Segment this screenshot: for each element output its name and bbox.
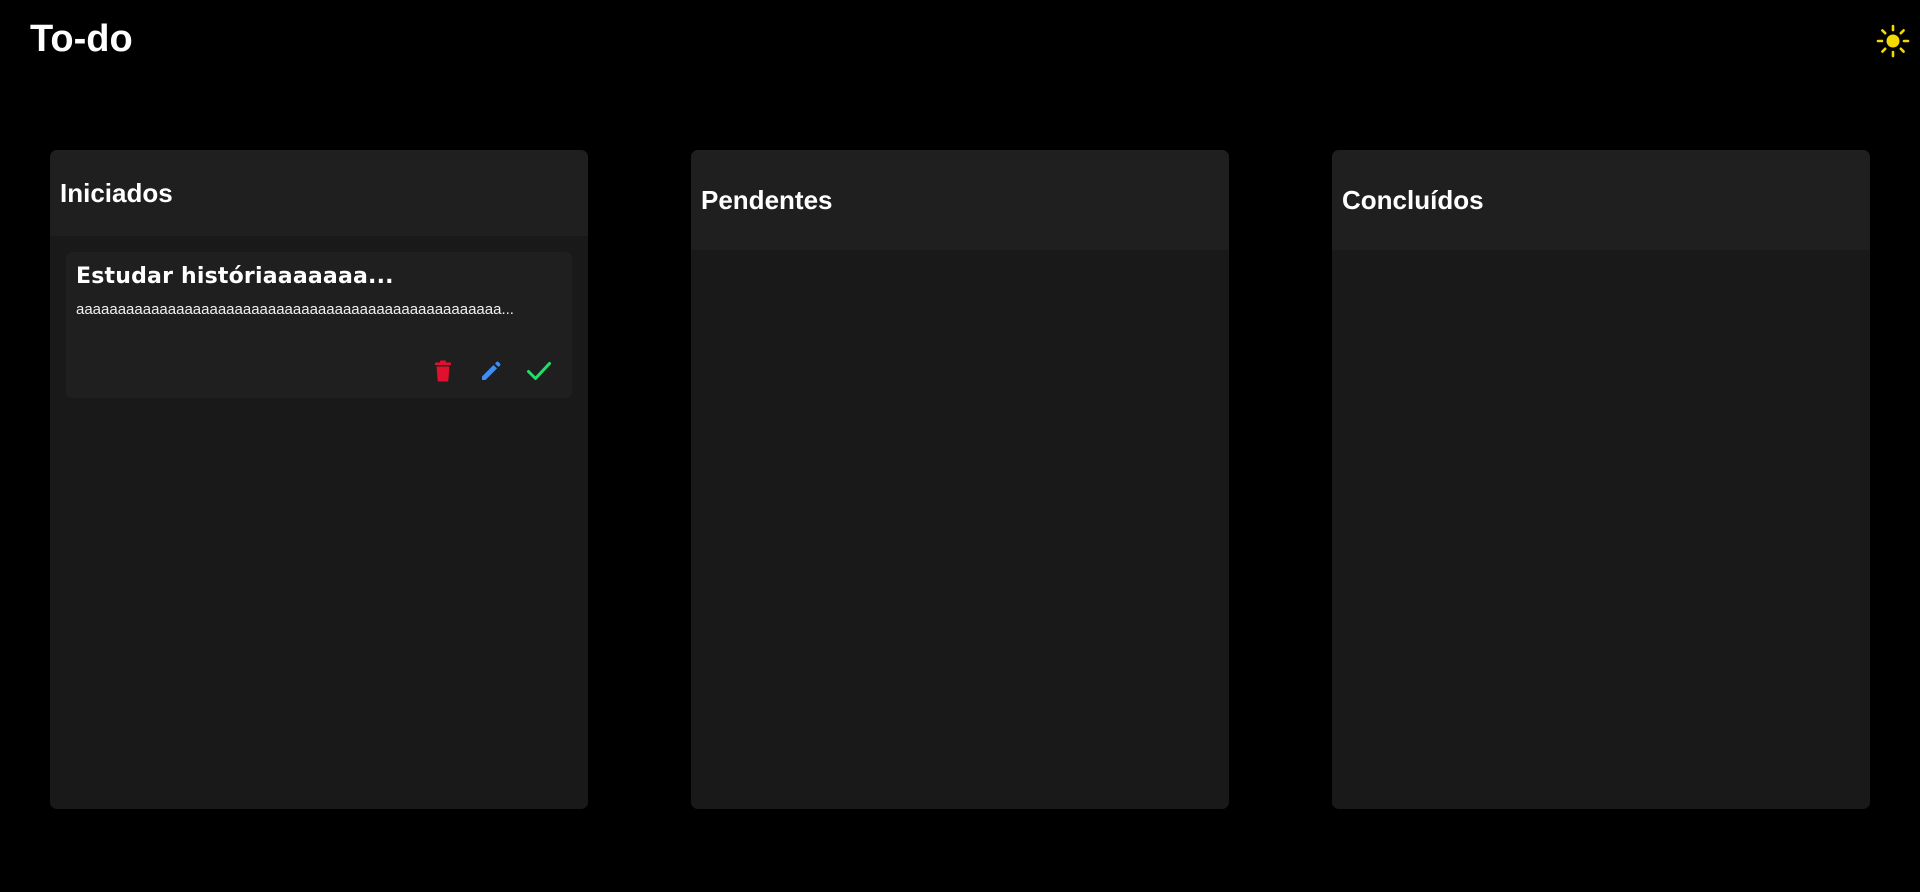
task-actions bbox=[430, 358, 552, 384]
kanban-board: Iniciados Estudar históriaaaaaaa... aaaa… bbox=[50, 150, 1870, 809]
edit-task-button[interactable] bbox=[478, 358, 504, 384]
column-header: Iniciados bbox=[50, 150, 588, 236]
theme-toggle-button[interactable] bbox=[1876, 24, 1910, 58]
column-title: Pendentes bbox=[701, 184, 833, 215]
check-icon bbox=[527, 362, 551, 380]
column-pendentes: Pendentes bbox=[691, 150, 1229, 809]
column-title: Iniciados bbox=[60, 177, 173, 208]
column-header: Concluídos bbox=[1332, 150, 1870, 250]
task-description: aaaaaaaaaaaaaaaaaaaaaaaaaaaaaaaaaaaaaaaa… bbox=[76, 301, 514, 318]
task-card[interactable]: Estudar históriaaaaaaa... aaaaaaaaaaaaaa… bbox=[66, 252, 572, 398]
delete-task-button[interactable] bbox=[430, 358, 456, 384]
column-concluidos: Concluídos bbox=[1332, 150, 1870, 809]
complete-task-button[interactable] bbox=[526, 358, 552, 384]
task-title: Estudar históriaaaaaaa... bbox=[76, 264, 394, 289]
column-title: Concluídos bbox=[1342, 184, 1484, 215]
trash-icon bbox=[435, 360, 451, 382]
pencil-icon bbox=[482, 361, 501, 380]
sun-icon bbox=[1876, 24, 1910, 58]
column-header: Pendentes bbox=[691, 150, 1229, 250]
column-iniciados: Iniciados Estudar históriaaaaaaa... aaaa… bbox=[50, 150, 588, 809]
app-title: To-do bbox=[30, 18, 133, 60]
